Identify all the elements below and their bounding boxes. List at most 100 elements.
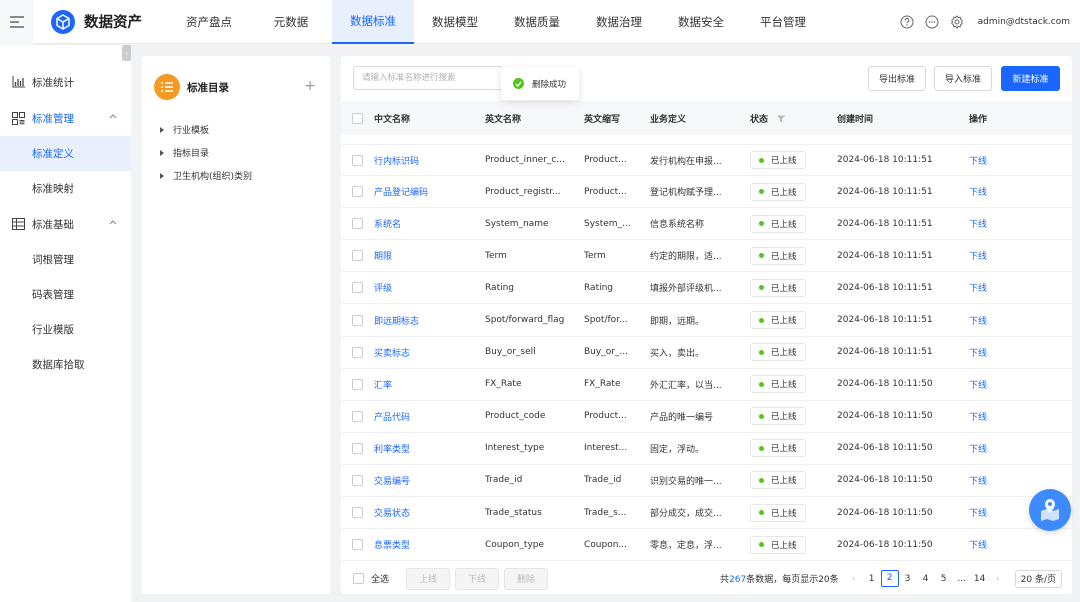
offline-action-link[interactable]: 下线 [969,281,1029,294]
page-number[interactable]: 1 [863,574,881,584]
table-row[interactable]: 交易状态 Trade_status Trade_s... 部分成交，成交... 已上线 2… [341,497,1072,530]
new-standard-button[interactable]: 新建标准 [1001,66,1060,91]
row-checkbox[interactable] [351,378,363,390]
sidebar-item-industry-templates[interactable]: 行业模版 [0,312,131,347]
nav-item-data-model[interactable]: 数据模型 [414,0,496,44]
table-row[interactable]: 行内标识码 Product_inner_c... Product... 发行机构在申报… [341,144,1072,177]
nav-item-data-standard[interactable]: 数据标准 [332,0,414,44]
table-row[interactable]: 利率类型 Interest_type Interest... 固定，浮动。 已上线 202… [341,433,1072,465]
user-account[interactable]: admin@dtstack.com [978,17,1070,27]
offline-action-link[interactable]: 下线 [969,474,1029,487]
export-standard-button[interactable]: 导出标准 [868,66,926,91]
row-cn-name[interactable]: 产品代码 [373,410,485,423]
help-icon[interactable] [899,14,915,30]
page-number[interactable]: 14 [971,574,989,584]
row-checkbox[interactable] [351,314,363,326]
row-cn-name[interactable]: 行内标识码 [373,154,485,167]
row-cn-name[interactable]: 利率类型 [373,442,485,455]
row-cn-name[interactable]: 息票类型 [373,538,485,551]
assistant-float-button[interactable] [1029,489,1071,531]
row-cn-name[interactable]: 期限 [373,249,485,262]
table-row[interactable]: 产品代码 Product_code Product... 产品的唯一编号 已上线 2024… [341,401,1072,433]
message-icon[interactable] [924,14,940,30]
sidebar-item-db-pick[interactable]: 数据库拾取 [0,347,131,382]
offline-action-link[interactable]: 下线 [969,506,1029,519]
table-row[interactable]: 交易编号 Trade_id Trade_id 识别交易的唯一... 已上线 2024-06… [341,465,1072,498]
row-checkbox[interactable] [351,282,363,294]
offline-action-link[interactable]: 下线 [969,346,1029,359]
page-size-select[interactable]: 20 条/页 [1014,569,1062,588]
offline-action-link[interactable]: 下线 [969,217,1029,230]
sidebar-group-standard-stats[interactable]: 标准统计 [0,64,131,100]
select-all[interactable]: 全选 [353,572,389,585]
sidebar-group-standard-manage[interactable]: 标准管理 [0,100,131,136]
search-input[interactable] [353,66,503,90]
offline-action-link[interactable]: 下线 [969,378,1029,391]
offline-action-link[interactable]: 下线 [969,410,1029,423]
settings-icon[interactable] [949,14,965,30]
nav-item-platform-admin[interactable]: 平台管理 [742,0,824,44]
row-checkbox[interactable] [351,539,363,551]
sidebar-item-standard-definition[interactable]: 标准定义 [0,136,131,171]
sidebar-group-standard-basics[interactable]: 标准基础 [0,206,131,242]
row-cn-name[interactable]: 系统名 [373,217,485,230]
offline-action-link[interactable]: 下线 [969,154,1029,167]
row-checkbox[interactable] [351,250,363,262]
header-checkbox[interactable] [351,112,363,124]
next-page-icon[interactable]: › [989,574,1007,584]
tree-node-indicator-catalog[interactable]: 指标目录 [142,141,330,164]
sidebar-collapse-button[interactable]: ‹ [122,45,131,61]
table-row[interactable]: 系统名 System_name System_... 信息系统名称 已上线 2024-06… [341,208,1072,241]
offline-action-link[interactable]: 下线 [969,314,1029,327]
nav-item-data-security[interactable]: 数据安全 [660,0,742,44]
row-cn-name[interactable]: 交易状态 [373,506,485,519]
offline-action-link[interactable]: 下线 [969,538,1029,551]
row-cn-name[interactable]: 交易编号 [373,474,485,487]
filter-icon[interactable] [777,115,786,123]
row-cn-name[interactable]: 评级 [373,281,485,294]
offline-action-link[interactable]: 下线 [969,249,1029,262]
row-cn-name[interactable]: 即远期标志 [373,314,485,327]
import-standard-button[interactable]: 导入标准 [934,66,992,91]
bulk-online-button[interactable]: 上线 [406,567,451,590]
table-row[interactable]: 息票类型 Coupon_type Coupon... 零息，定息，浮... 已上线 202… [341,529,1072,562]
table-row[interactable]: 即远期标志 Spot/forward_flag Spot/for... 即期，远期。 已… [341,304,1072,337]
table-row[interactable]: 汇率 FX_Rate FX_Rate 外汇汇率，以当... 已上线 2024-06-18 … [341,369,1072,401]
nav-item-asset-inventory[interactable]: 资产盘点 [168,0,250,44]
row-checkbox[interactable] [351,442,363,454]
row-cn-name[interactable]: 汇率 [373,378,485,391]
page-number[interactable]: 4 [917,574,935,584]
row-checkbox[interactable] [351,410,363,422]
row-checkbox[interactable] [351,218,363,230]
page-number[interactable]: 2 [880,570,899,587]
row-checkbox[interactable] [351,507,363,519]
nav-item-data-governance[interactable]: 数据治理 [578,0,660,44]
page-number[interactable]: 3 [899,574,917,584]
prev-page-icon[interactable]: ‹ [845,574,863,584]
offline-action-link[interactable]: 下线 [969,442,1029,455]
row-checkbox[interactable] [351,474,363,486]
page-number[interactable]: 5 [935,574,953,584]
row-cn-name[interactable]: 买卖标志 [373,346,485,359]
table-row[interactable]: 产品登记编码 Product_registr... Product... 登记机构赋予… [341,176,1072,209]
table-row[interactable]: 评级 Rating Rating 填报外部评级机... 已上线 2024-06-18 10… [341,272,1072,305]
tree-node-health-org-category[interactable]: 卫生机构(组织)类别 [142,164,330,187]
bulk-delete-button[interactable]: 删除 [504,567,549,590]
nav-item-data-quality[interactable]: 数据质量 [496,0,578,44]
table-row[interactable]: 买卖标志 Buy_or_sell Buy_or_... 买入，卖出。 已上线 2024-0… [341,337,1072,369]
nav-item-metadata[interactable]: 元数据 [250,0,332,44]
menu-toggle-button[interactable] [0,0,34,44]
sidebar-item-code-tables[interactable]: 码表管理 [0,277,131,312]
table-row[interactable]: 期限 Term Term 约定的期限，适... 已上线 2024-06-18 10:11:… [341,240,1072,273]
row-checkbox[interactable] [351,346,363,358]
row-checkbox[interactable] [351,186,363,198]
row-cn-name[interactable]: 产品登记编码 [373,185,485,198]
bulk-offline-button[interactable]: 下线 [455,567,500,590]
app-logo[interactable]: 数据资产 [50,9,158,35]
tree-node-industry-template[interactable]: 行业模板 [142,118,330,141]
sidebar-item-root-words[interactable]: 词根管理 [0,242,131,277]
offline-action-link[interactable]: 下线 [969,185,1029,198]
row-checkbox[interactable] [351,154,363,166]
select-all-checkbox[interactable] [353,573,364,584]
sidebar-item-standard-mapping[interactable]: 标准映射 [0,171,131,206]
